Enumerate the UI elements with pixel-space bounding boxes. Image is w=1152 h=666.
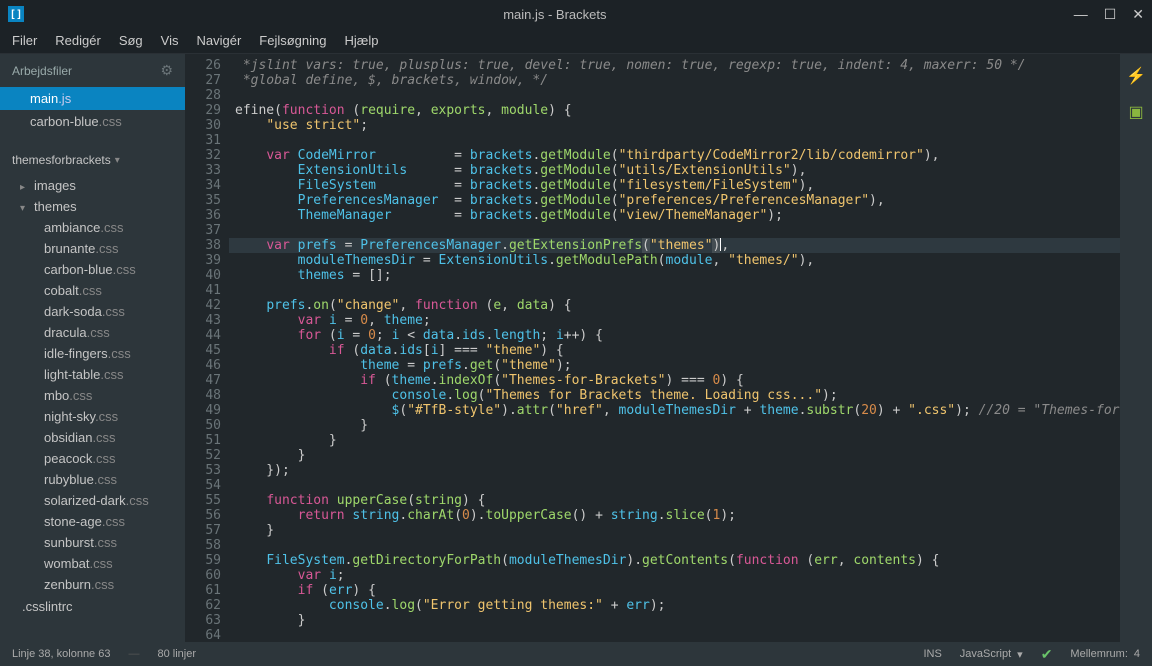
file-item[interactable]: idle-fingers.css [0,343,185,364]
file-item[interactable]: peacock.css [0,448,185,469]
menu-item[interactable]: Redigér [55,33,101,48]
file-item[interactable]: wombat.css [0,553,185,574]
working-file[interactable]: main.js [0,87,185,110]
chevron-down-icon: ▾ [115,155,125,166]
file-item[interactable]: sunburst.css [0,532,185,553]
menu-item[interactable]: Fejlsøgning [259,33,326,48]
gutter: 2627282930313233343536373839404142434445… [185,54,229,642]
lint-status-icon[interactable]: ✔ [1041,646,1053,663]
titlebar: [ ] main.js - Brackets — ☐ ✕ [0,0,1152,28]
file-item[interactable]: carbon-blue.css [0,259,185,280]
menu-item[interactable]: Søg [119,33,143,48]
app-logo: [ ] [8,6,24,22]
gear-icon[interactable]: ⚙ [160,62,173,79]
file-item[interactable]: night-sky.css [0,406,185,427]
line-count: 80 linjer [157,648,196,660]
file-item[interactable]: brunante.css [0,238,185,259]
live-preview-icon[interactable]: ⚡ [1126,66,1146,86]
menu-item[interactable]: Hjælp [344,33,378,48]
minimize-button[interactable]: — [1074,6,1088,23]
file-item[interactable]: obsidian.css [0,427,185,448]
statusbar: Linje 38, kolonne 63 — 80 linjer INS Jav… [0,642,1152,666]
working-file[interactable]: carbon-blue.css [0,110,185,133]
editor[interactable]: 2627282930313233343536373839404142434445… [185,54,1120,642]
file-item[interactable]: dracula.css [0,322,185,343]
folder-item[interactable]: ▸images [0,175,185,196]
menu-item[interactable]: Vis [161,33,179,48]
menubar: Filer Redigér Søg Vis Navigér Fejlsøgning Hjæl… [0,28,1152,54]
file-item[interactable]: .csslintrc [0,595,185,618]
sidebar: Arbejdsfiler ⚙ main.jscarbon-blue.css th… [0,54,185,642]
insert-mode[interactable]: INS [923,648,941,660]
file-item[interactable]: stone-age.css [0,511,185,532]
file-item[interactable]: light-table.css [0,364,185,385]
file-item[interactable]: mbo.css [0,385,185,406]
menu-item[interactable]: Navigér [196,33,241,48]
file-item[interactable]: dark-soda.css [0,301,185,322]
project-header[interactable]: themesforbrackets ▾ [0,145,185,175]
extension-manager-icon[interactable]: ▣ [1128,102,1143,122]
close-button[interactable]: ✕ [1132,6,1144,23]
maximize-button[interactable]: ☐ [1104,6,1117,23]
window-title: main.js - Brackets [36,7,1074,22]
code-area[interactable]: *jslint vars: true, plusplus: true, deve… [229,54,1120,642]
file-item[interactable]: ambiance.css [0,217,185,238]
right-toolbar: ⚡ ▣ [1120,54,1152,642]
indent-setting[interactable]: Mellemrum: 4 [1070,648,1140,660]
folder-item[interactable]: ▾themes [0,196,185,217]
working-files-header: Arbejdsfiler ⚙ [0,54,185,87]
cursor-position[interactable]: Linje 38, kolonne 63 [12,648,110,660]
language-mode[interactable]: JavaScript ▾ [960,648,1023,661]
file-item[interactable]: rubyblue.css [0,469,185,490]
file-item[interactable]: solarized-dark.css [0,490,185,511]
file-item[interactable]: cobalt.css [0,280,185,301]
file-item[interactable]: zenburn.css [0,574,185,595]
menu-item[interactable]: Filer [12,33,37,48]
chevron-down-icon: ▾ [1017,648,1023,661]
